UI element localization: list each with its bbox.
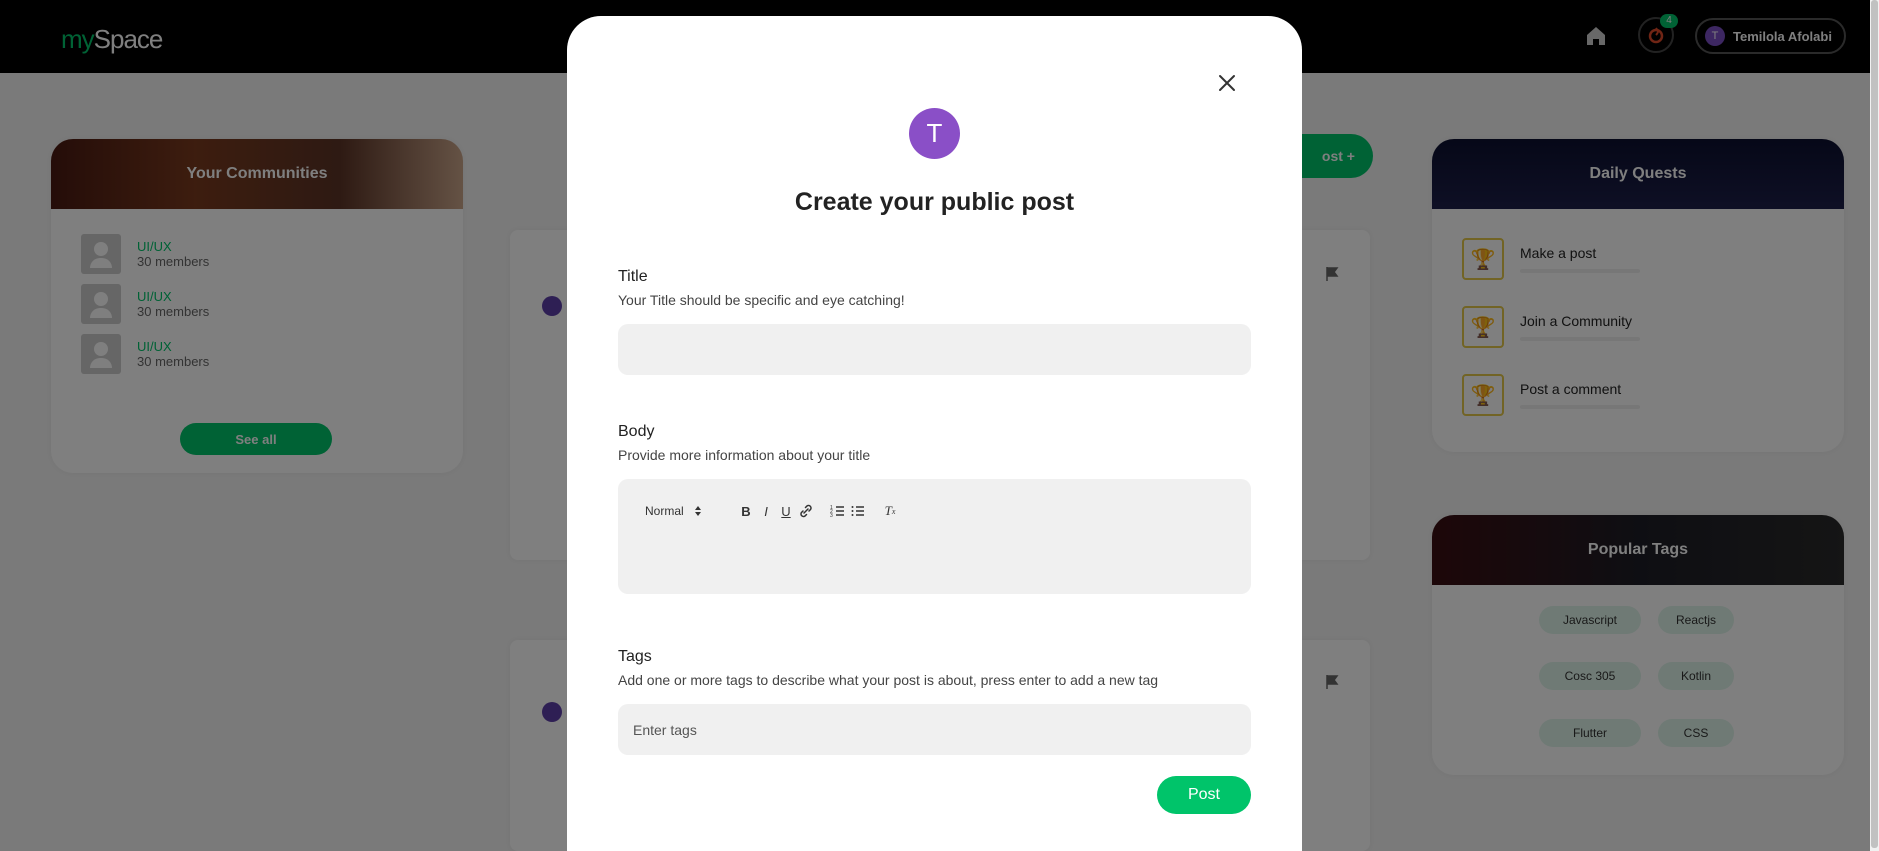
format-select-value: Normal bbox=[645, 504, 684, 518]
title-input[interactable] bbox=[618, 324, 1251, 375]
bullet-list-icon[interactable] bbox=[849, 502, 867, 520]
format-select[interactable]: Normal bbox=[645, 504, 719, 518]
editor-toolbar: Normal B I U 123 Tx bbox=[645, 499, 901, 523]
sort-arrows-icon bbox=[694, 506, 701, 516]
tags-label: Tags bbox=[618, 648, 652, 665]
tags-input[interactable] bbox=[618, 704, 1251, 755]
ordered-list-icon[interactable]: 123 bbox=[829, 502, 847, 520]
italic-icon[interactable]: I bbox=[757, 502, 775, 520]
create-post-modal: T Create your public post Title Your Tit… bbox=[567, 16, 1302, 851]
post-button[interactable]: Post bbox=[1157, 776, 1251, 814]
title-label: Title bbox=[618, 268, 648, 285]
clear-format-icon[interactable]: Tx bbox=[881, 502, 899, 520]
link-icon[interactable] bbox=[797, 502, 815, 520]
underline-icon[interactable]: U bbox=[777, 502, 795, 520]
svg-text:3: 3 bbox=[830, 513, 833, 519]
tags-hint: Add one or more tags to describe what yo… bbox=[618, 672, 1159, 688]
title-hint: Your Title should be specific and eye ca… bbox=[618, 292, 905, 308]
page-title: Create your public post bbox=[794, 188, 1075, 216]
scrollbar-thumb[interactable] bbox=[1871, 0, 1878, 848]
body-hint: Provide more information about your titl… bbox=[618, 447, 871, 463]
page-scrollbar[interactable] bbox=[1870, 0, 1879, 851]
avatar: T bbox=[909, 108, 960, 159]
body-label: Body bbox=[618, 423, 655, 440]
close-icon[interactable] bbox=[1214, 70, 1240, 96]
body-editor[interactable]: Normal B I U 123 Tx bbox=[618, 479, 1251, 594]
bold-icon[interactable]: B bbox=[737, 502, 755, 520]
